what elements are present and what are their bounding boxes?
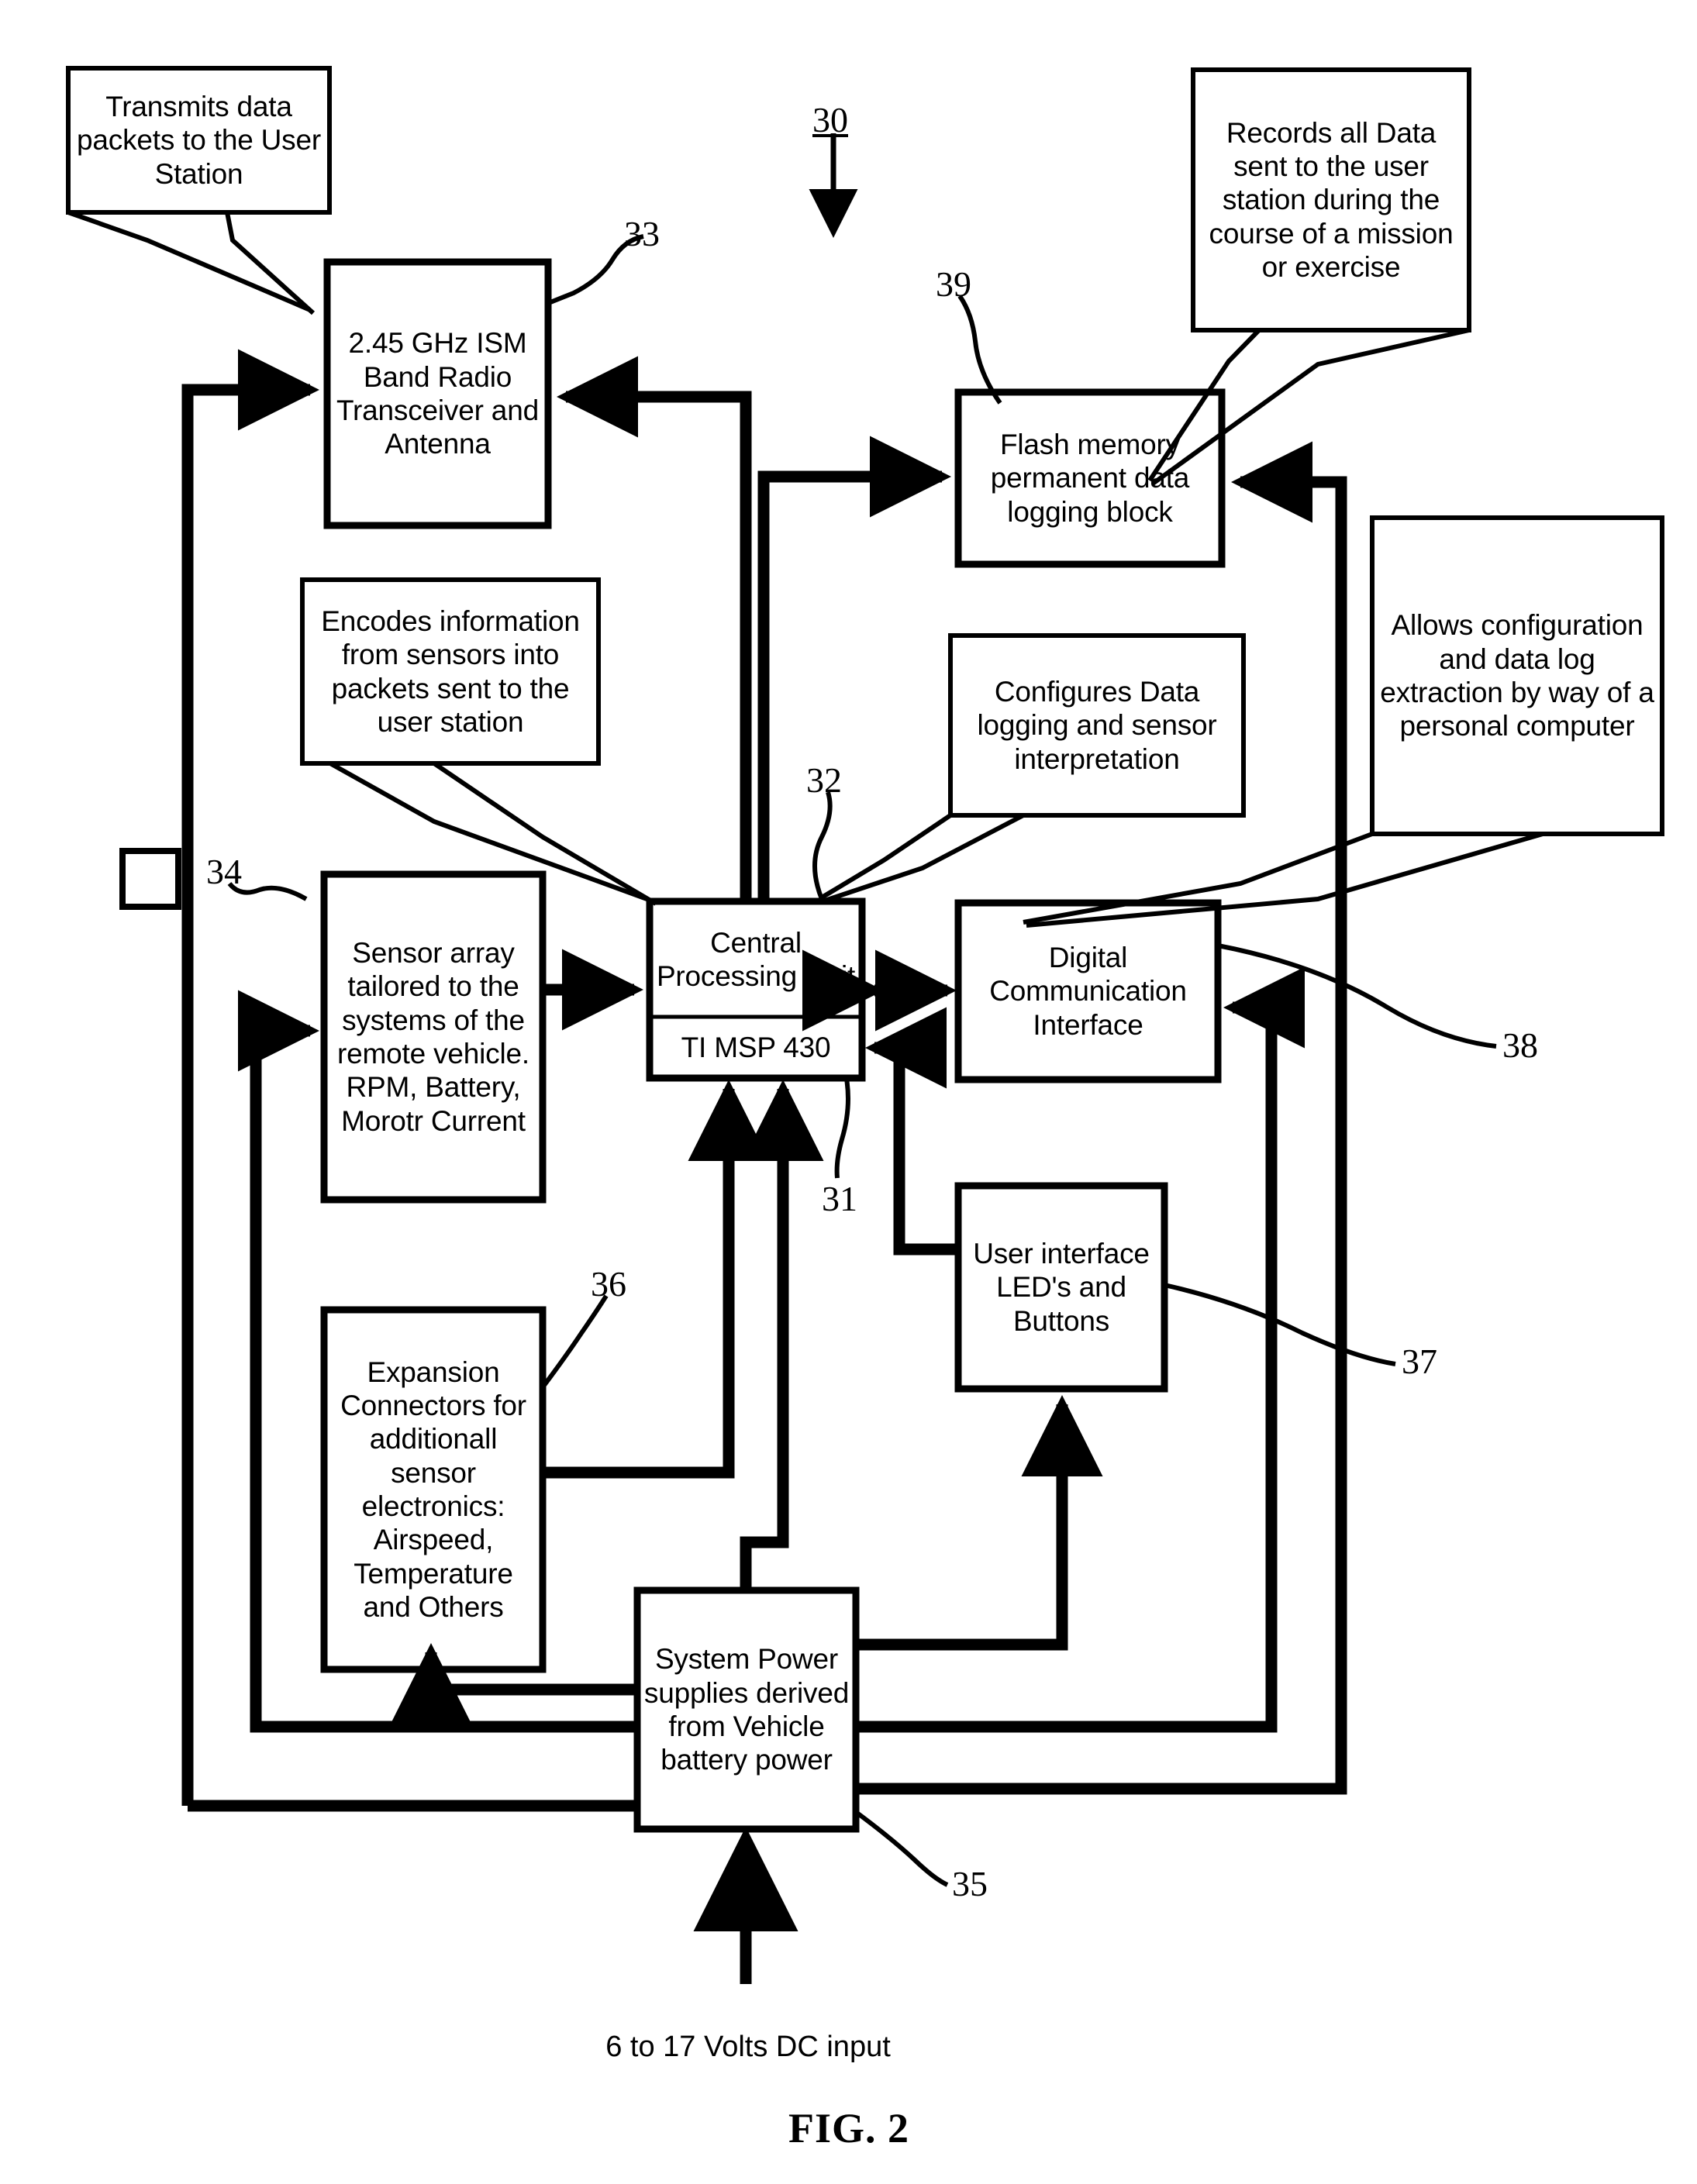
- block-sensor-array-label: Sensor array tailored to the systems of …: [326, 876, 541, 1198]
- callout-transmits: Transmits data packets to the User Stati…: [70, 70, 328, 211]
- leader-32: [812, 791, 833, 901]
- figure-caption: FIG. 2: [702, 2104, 996, 2152]
- sensor-array-text: Sensor array tailored to the systems of …: [337, 937, 529, 1137]
- block-flash-memory-label: Flash memory permanent data logging bloc…: [960, 394, 1220, 563]
- user-interface-text: User interface LED's and Buttons: [973, 1238, 1150, 1337]
- ref-34-text: 34: [206, 852, 242, 891]
- line-power-to-ui: [856, 1394, 1103, 1651]
- ref-33: 33: [624, 213, 660, 254]
- block-user-interface-label: User interface LED's and Buttons: [960, 1187, 1163, 1387]
- patent-figure: Transmits data packets to the User Stati…: [0, 0, 1697, 2184]
- leader-35: [854, 1810, 949, 1887]
- cpu-text: Central Processing Unit: [656, 926, 856, 992]
- line-expansion-to-cpu: [543, 1079, 770, 1479]
- ref-32: 32: [806, 760, 842, 801]
- callout-encodes: Encodes information from sensors into pa…: [304, 581, 597, 762]
- ref-36: 36: [591, 1263, 626, 1304]
- callout-records: Records all Data sent to the user statio…: [1195, 71, 1468, 329]
- ref-32-text: 32: [806, 760, 842, 800]
- system-power-text: System Power supplies derived from Vehic…: [643, 1643, 850, 1776]
- dc-input-label-text: 6 to 17 Volts DC input: [605, 2031, 891, 2063]
- line-transceiver-left-loop: [181, 349, 320, 1806]
- callout-configures: Configures Data logging and sensor inter…: [952, 637, 1242, 814]
- ref-38: 38: [1502, 1025, 1538, 1066]
- ref-36-text: 36: [591, 1264, 626, 1304]
- callout-records-text: Records all Data sent to the user statio…: [1209, 116, 1454, 283]
- expansion-connectors-text: Expansion Connectors for additionall sen…: [340, 1356, 526, 1623]
- ref-30: 30: [812, 99, 848, 140]
- block-digital-comm-label: Digital Communication Interface: [960, 904, 1216, 1078]
- figure-caption-text: FIG. 2: [788, 2105, 909, 2151]
- cpu-part-number: TI MSP 430: [681, 1032, 831, 1064]
- callout-transmits-text: Transmits data packets to the User Stati…: [77, 91, 321, 190]
- ref-34: 34: [206, 851, 242, 892]
- flash-memory-text: Flash memory permanent data logging bloc…: [990, 429, 1190, 528]
- callout-allows: Allows configuration and data log extrac…: [1374, 519, 1661, 832]
- ref-37-text: 37: [1402, 1342, 1437, 1381]
- callout-allows-text: Allows configuration and data log extrac…: [1380, 609, 1654, 742]
- block-radio-transceiver-label: 2.45 GHz ISM Band Radio Transceiver and …: [329, 264, 547, 524]
- line-ui-to-cpu: [864, 1007, 958, 1256]
- dc-input-label: 6 to 17 Volts DC input: [547, 2031, 950, 2064]
- ref-30-text: 30: [812, 100, 848, 140]
- leader-36: [540, 1294, 609, 1389]
- block-cpu-sublabel: TI MSP 430: [651, 1018, 861, 1077]
- ref-39: 39: [936, 264, 971, 305]
- callout-encodes-text: Encodes information from sensors into pa…: [321, 605, 580, 738]
- block-cpu-label: Central Processing Unit: [651, 903, 861, 1016]
- ref-37: 37: [1402, 1341, 1437, 1382]
- left-margin-square: [119, 848, 181, 910]
- leader-39: [957, 295, 1002, 405]
- ref-33-text: 33: [624, 214, 660, 253]
- ref-38-text: 38: [1502, 1025, 1538, 1065]
- ref-31-text: 31: [822, 1179, 857, 1218]
- leader-37: [1164, 1283, 1396, 1366]
- digital-comm-text: Digital Communication Interface: [989, 942, 1187, 1041]
- ref-31: 31: [822, 1178, 857, 1219]
- ref-35: 35: [952, 1863, 988, 1904]
- line-power-to-cpu: [740, 1079, 824, 1590]
- ref-39-text: 39: [936, 264, 971, 304]
- leader-31: [834, 1078, 850, 1179]
- leader-38: [1217, 943, 1497, 1049]
- block-system-power-label: System Power supplies derived from Vehic…: [639, 1592, 854, 1827]
- callout-configures-text: Configures Data logging and sensor inter…: [977, 676, 1217, 775]
- radio-transceiver-text: 2.45 GHz ISM Band Radio Transceiver and …: [336, 327, 539, 460]
- ref-35-text: 35: [952, 1864, 988, 1903]
- block-expansion-connectors-label: Expansion Connectors for additionall sen…: [326, 1311, 541, 1668]
